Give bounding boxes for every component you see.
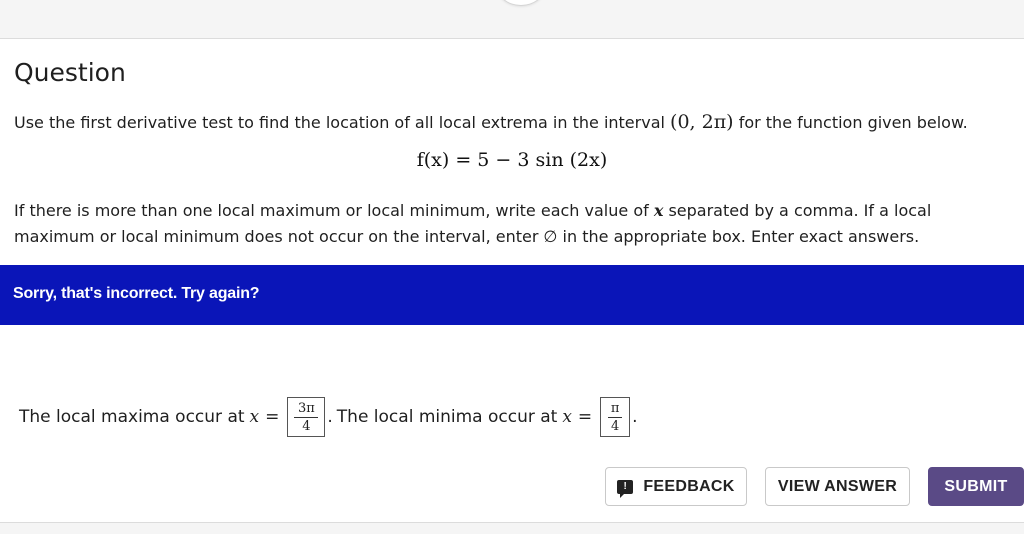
question-instructions: If there is more than one local maximum … <box>14 198 974 250</box>
maxima-fraction-bar <box>294 416 319 418</box>
minima-fraction-bar <box>608 416 623 418</box>
question-intro: Use the first derivative test to find th… <box>14 111 968 133</box>
answer-row: The local maxima occur at x = 3π 4 . The… <box>19 395 638 439</box>
maxima-equals: = <box>265 407 280 427</box>
intro-text-after: for the function given below. <box>733 113 968 132</box>
minima-variable: x <box>562 407 572 427</box>
interval-math: (0, 2π) <box>670 111 734 133</box>
instructions-variable: x <box>653 201 664 220</box>
instructions-text-1: If there is more than one local maximum … <box>14 201 654 220</box>
minima-equals: = <box>577 407 593 427</box>
maxima-variable: x <box>249 407 260 427</box>
maxima-period: . <box>327 407 333 427</box>
maxima-answer-box[interactable]: 3π 4 <box>287 397 326 437</box>
speech-bubble-exclamation-icon: ! <box>617 479 634 498</box>
minima-period: . <box>632 407 638 427</box>
intro-text-before: Use the first derivative test to find th… <box>14 113 671 132</box>
maxima-numerator: 3π <box>297 400 315 416</box>
feedback-button[interactable]: ! FEEDBACK <box>605 467 747 506</box>
submit-button[interactable]: SUBMIT <box>928 467 1024 506</box>
top-header-strip <box>0 0 1024 39</box>
minima-answer-box[interactable]: π 4 <box>600 397 631 437</box>
minima-label: The local minima occur at <box>336 407 558 427</box>
function-equation: f(x) = 5 − 3 sin (2x) <box>416 149 608 171</box>
maxima-denominator: 4 <box>302 418 311 434</box>
view-answer-button-label: VIEW ANSWER <box>777 477 898 495</box>
bottom-strip <box>0 522 1024 534</box>
maxima-label: The local maxima occur at <box>19 407 245 427</box>
submit-button-label: SUBMIT <box>944 477 1008 495</box>
progress-indicator <box>497 0 545 6</box>
view-answer-button[interactable]: VIEW ANSWER <box>765 467 910 506</box>
incorrect-feedback-banner: Sorry, that's incorrect. Try again? <box>0 265 1024 325</box>
minima-denominator: 4 <box>611 418 620 434</box>
minima-numerator: π <box>610 400 620 416</box>
page-title: Question <box>14 58 126 87</box>
feedback-button-label: FEEDBACK <box>643 477 735 495</box>
banner-message: Sorry, that's incorrect. Try again? <box>13 285 260 302</box>
